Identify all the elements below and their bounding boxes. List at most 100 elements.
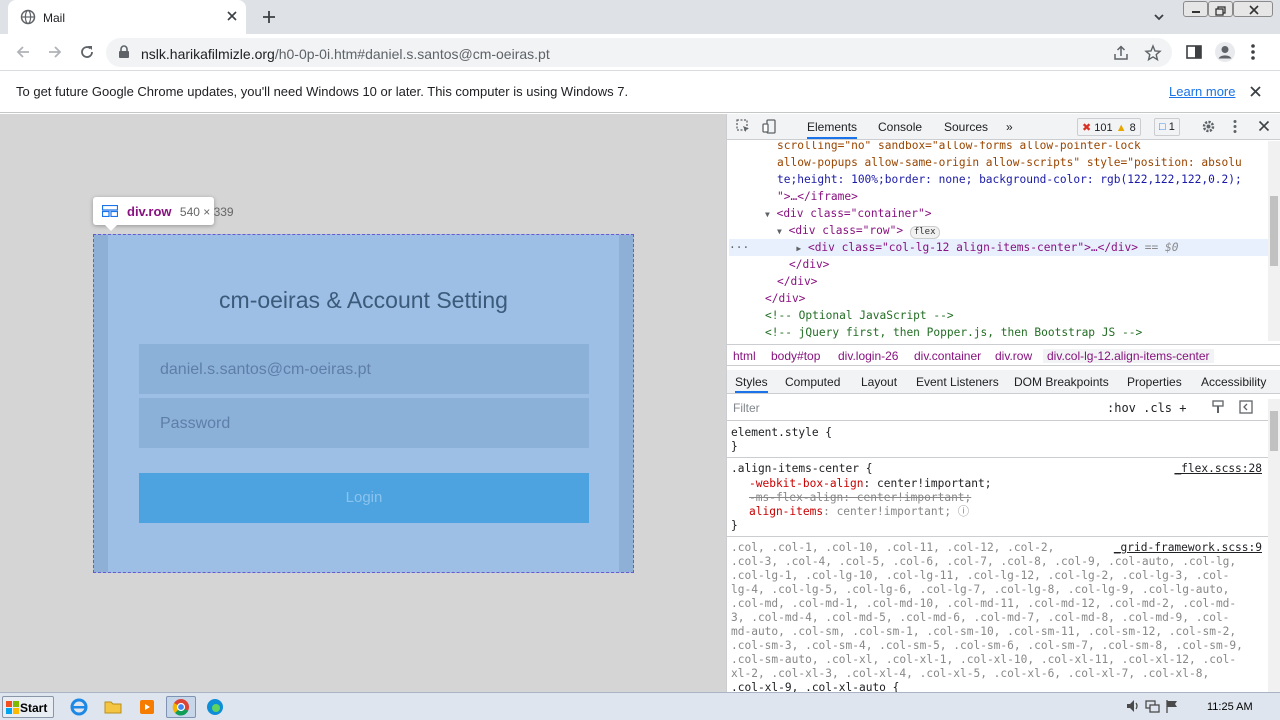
triangle-down-icon[interactable]: ▼ [765, 210, 770, 219]
messages-badge[interactable]: □ 1 [1154, 118, 1180, 136]
share-icon[interactable] [1112, 44, 1130, 65]
flex-badge[interactable]: flex [909, 226, 940, 239]
close-devtools-icon[interactable] [1258, 120, 1270, 135]
breadcrumb-item-active[interactable]: div.col-lg-12.align-items-center [1043, 349, 1214, 363]
dom-line[interactable]: </div> [789, 256, 1280, 273]
edge-icon[interactable] [204, 696, 228, 718]
tab-accessibility[interactable]: Accessibility [1201, 375, 1266, 389]
rule-selector-line[interactable]: .col-sm-auto, .col-xl, .col-xl-1, .col-x… [731, 653, 1236, 667]
start-button[interactable]: Start [2, 696, 54, 718]
new-tab-icon[interactable] [260, 8, 278, 29]
dom-line-row[interactable]: ▼ <div class="row"> flex [777, 222, 1280, 239]
rule-selector-line[interactable]: .col-sm-3, .col-sm-4, .col-sm-5, .col-sm… [731, 639, 1243, 653]
tab-elements[interactable]: Elements [807, 120, 858, 139]
info-icon[interactable]: ⓘ [958, 505, 969, 518]
device-toolbar-icon[interactable] [762, 119, 777, 137]
breadcrumb-item[interactable]: body#top [771, 349, 820, 363]
rule-selector-line[interactable]: .col-xl-9, .col-xl-auto { [731, 681, 899, 692]
taskbar-clock[interactable]: 11:25 AM [1207, 701, 1253, 713]
css-property[interactable]: align-items: center!important; ⓘ [749, 505, 969, 519]
filter-tools[interactable]: :hov .cls + [1107, 401, 1186, 415]
flag-icon[interactable] [1164, 700, 1180, 717]
login-button[interactable]: Login [139, 473, 589, 523]
dom-line[interactable]: te;height: 100%;border: none; background… [777, 171, 1280, 188]
tab-more[interactable]: » [1006, 120, 1013, 134]
learn-more-link[interactable]: Learn more [1169, 84, 1235, 99]
dom-scrollbar[interactable] [1268, 141, 1280, 341]
url-text[interactable]: nslk.harikafilmizle.org/h0-0p-0i.htm#dan… [141, 46, 550, 62]
triangle-right-icon[interactable]: ▶ [796, 244, 801, 253]
chevron-down-icon[interactable] [1152, 10, 1166, 27]
dom-line-comment[interactable]: <!-- jQuery first, then Popper.js, then … [765, 324, 1280, 341]
issues-badge[interactable]: ✖ 101 ▲ 8 [1077, 118, 1141, 136]
email-field[interactable]: daniel.s.santos@cm-oeiras.pt [139, 344, 589, 394]
profile-avatar-icon[interactable] [1214, 41, 1236, 66]
toggle-sidebar-icon[interactable] [1239, 400, 1253, 417]
css-property[interactable]: -webkit-box-align: center!important; [749, 477, 992, 491]
triangle-down-icon[interactable]: ▼ [777, 227, 782, 236]
tab-dom-breakpoints[interactable]: DOM Breakpoints [1014, 375, 1109, 389]
close-window-button[interactable] [1233, 1, 1273, 17]
breadcrumb-item[interactable]: html [733, 349, 756, 363]
rule-selector-line[interactable]: .col-3, .col-4, .col-5, .col-6, .col-7, … [731, 555, 1236, 569]
rule-selector-line[interactable]: lg-4, .col-lg-5, .col-lg-6, .col-lg-7, .… [731, 583, 1229, 597]
rule-selector-line[interactable]: xl-2, .col-xl-3, .col-xl-4, .col-xl-5, .… [731, 667, 1209, 681]
breadcrumb-item[interactable]: div.container [914, 349, 981, 363]
rule-selector-line[interactable]: .col-md, .col-md-1, .col-md-10, .col-md-… [731, 597, 1236, 611]
gear-icon[interactable] [1201, 119, 1216, 137]
chrome-taskbar-icon[interactable] [166, 696, 196, 718]
tab-layout[interactable]: Layout [861, 375, 897, 389]
tab-properties[interactable]: Properties [1127, 375, 1182, 389]
address-bar[interactable]: nslk.harikafilmizle.org/h0-0p-0i.htm#dan… [106, 38, 1172, 67]
paint-brush-icon[interactable] [1211, 400, 1225, 417]
breadcrumb-item[interactable]: div.row [995, 349, 1032, 363]
rule-source-link[interactable]: _grid-framework.scss:9 [1114, 541, 1262, 555]
css-property-overridden[interactable]: -ms-flex-align: center!important; [749, 491, 971, 505]
tab-computed[interactable]: Computed [785, 375, 840, 389]
rule-selector-line[interactable]: md-auto, .col-sm, .col-sm-1, .col-sm-10,… [731, 625, 1236, 639]
more-menu-icon[interactable] [1250, 43, 1256, 64]
dom-line[interactable]: scrolling="no" sandbox="allow-forms allo… [777, 141, 1280, 154]
filter-input[interactable]: Filter [733, 401, 760, 415]
element-style-selector[interactable]: element.style { [731, 426, 832, 440]
password-field[interactable]: Password [139, 398, 589, 448]
styles-scrollbar[interactable] [1268, 399, 1280, 692]
tab-sources[interactable]: Sources [944, 120, 988, 134]
dom-line[interactable]: </div> [765, 290, 1280, 307]
minimize-window-button[interactable] [1183, 1, 1208, 17]
volume-icon[interactable] [1125, 700, 1144, 717]
kebab-menu-icon[interactable] [1233, 119, 1237, 137]
side-panel-icon[interactable] [1185, 43, 1203, 64]
dom-line-selected[interactable]: ··· ▶ <div class="col-lg-12 align-items-… [729, 239, 1269, 256]
media-player-icon[interactable] [136, 696, 160, 718]
lock-icon[interactable] [118, 45, 130, 62]
inspect-element-icon[interactable] [736, 119, 751, 137]
rule-selector[interactable]: .align-items-center { [731, 462, 872, 476]
internet-explorer-icon[interactable] [68, 696, 92, 718]
scrollbar-thumb[interactable] [1270, 411, 1278, 451]
bookmark-star-icon[interactable] [1144, 44, 1162, 65]
dom-line[interactable]: allow-popups allow-same-origin allow-scr… [777, 154, 1280, 171]
breadcrumb-item[interactable]: div.login-26 [838, 349, 898, 363]
tab-styles[interactable]: Styles [735, 375, 768, 393]
reload-icon[interactable] [78, 43, 96, 64]
network-icon[interactable] [1144, 700, 1163, 717]
dom-line-container[interactable]: ▼ <div class="container"> [765, 205, 1280, 222]
browser-tab[interactable]: Mail [8, 0, 246, 34]
restore-window-button[interactable] [1208, 1, 1233, 17]
dom-line[interactable]: ">…</iframe> [777, 188, 1280, 205]
tab-console[interactable]: Console [878, 120, 922, 134]
back-arrow-icon[interactable] [14, 43, 32, 64]
dom-line[interactable]: </div> [777, 273, 1280, 290]
rule-source-link[interactable]: _flex.scss:28 [1174, 462, 1262, 476]
close-infobar-icon[interactable] [1249, 85, 1262, 101]
file-explorer-icon[interactable] [102, 696, 126, 718]
forward-arrow-icon[interactable] [46, 43, 64, 64]
dom-line-comment[interactable]: <!-- Optional JavaScript --> [765, 307, 1280, 324]
rule-selector-line[interactable]: .col, .col-1, .col-10, .col-11, .col-12,… [731, 541, 1054, 555]
rule-selector-line[interactable]: .col-lg-1, .col-lg-10, .col-lg-11, .col-… [731, 569, 1229, 583]
scrollbar-thumb[interactable] [1270, 196, 1278, 266]
rule-selector-line[interactable]: 3, .col-md-4, .col-md-5, .col-md-6, .col… [731, 611, 1229, 625]
tab-event-listeners[interactable]: Event Listeners [916, 375, 999, 389]
close-tab-icon[interactable] [226, 10, 238, 25]
